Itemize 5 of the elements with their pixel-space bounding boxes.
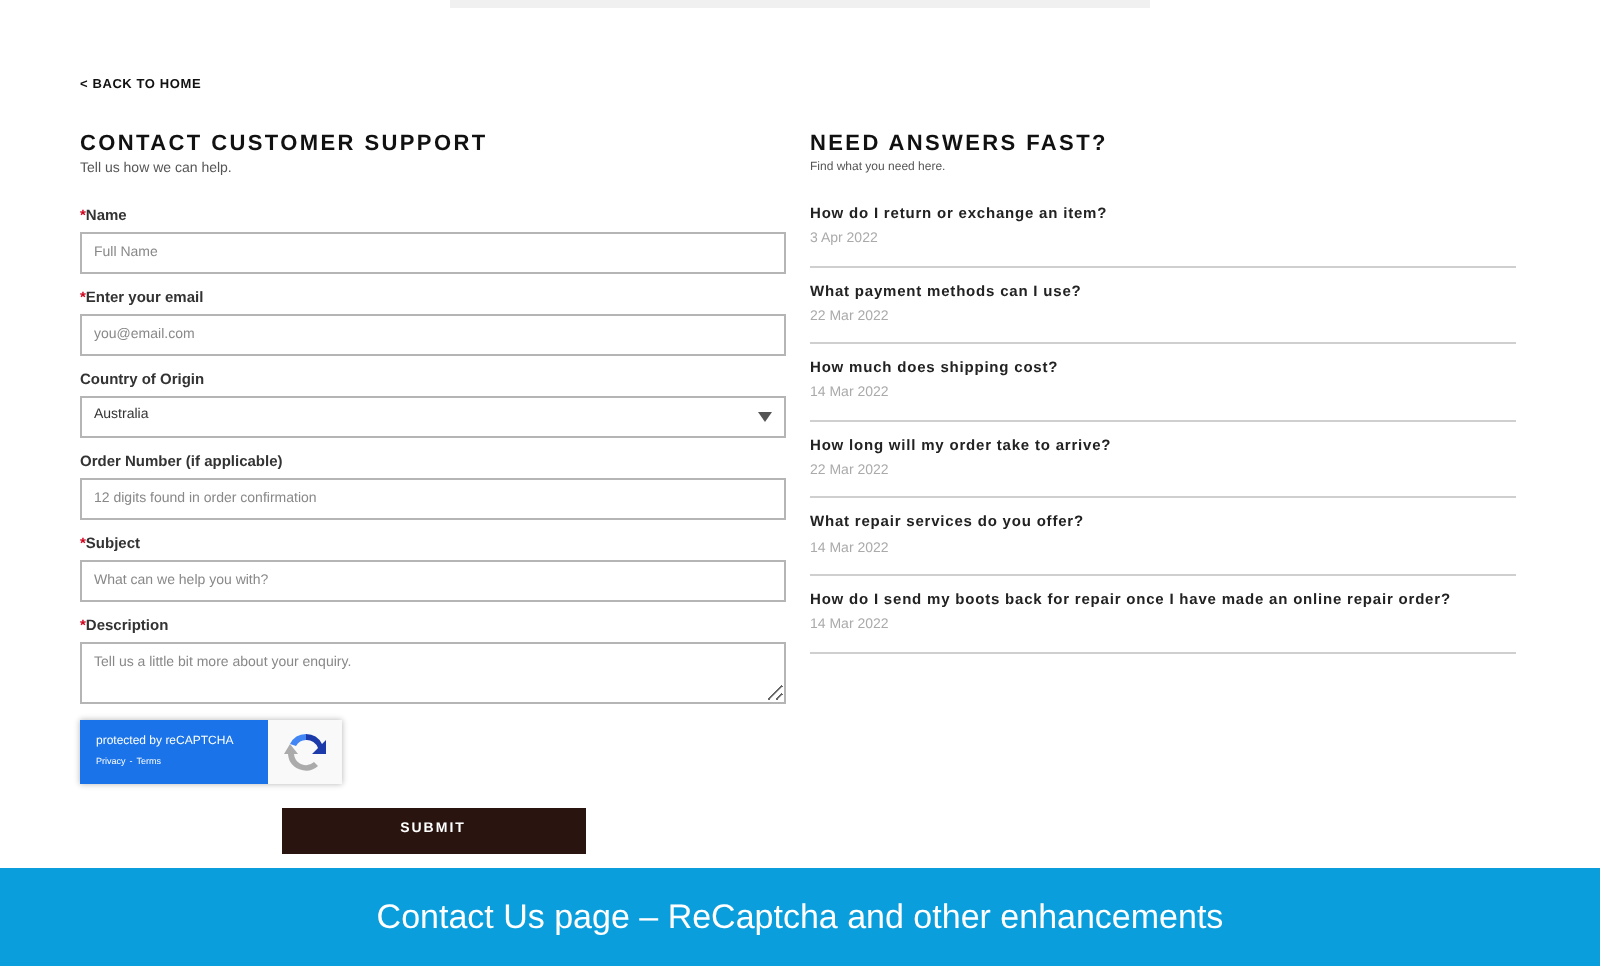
caret-icon bbox=[758, 411, 772, 421]
banner-text: Contact Us page – ReCaptcha and other enhancements bbox=[376, 895, 1224, 940]
recaptcha-logo-icon bbox=[283, 729, 327, 773]
section-title: CONTACT CUSTOMER SUPPORT bbox=[80, 132, 490, 158]
section-title: NEED ANSWERS FAST? bbox=[810, 132, 1110, 158]
